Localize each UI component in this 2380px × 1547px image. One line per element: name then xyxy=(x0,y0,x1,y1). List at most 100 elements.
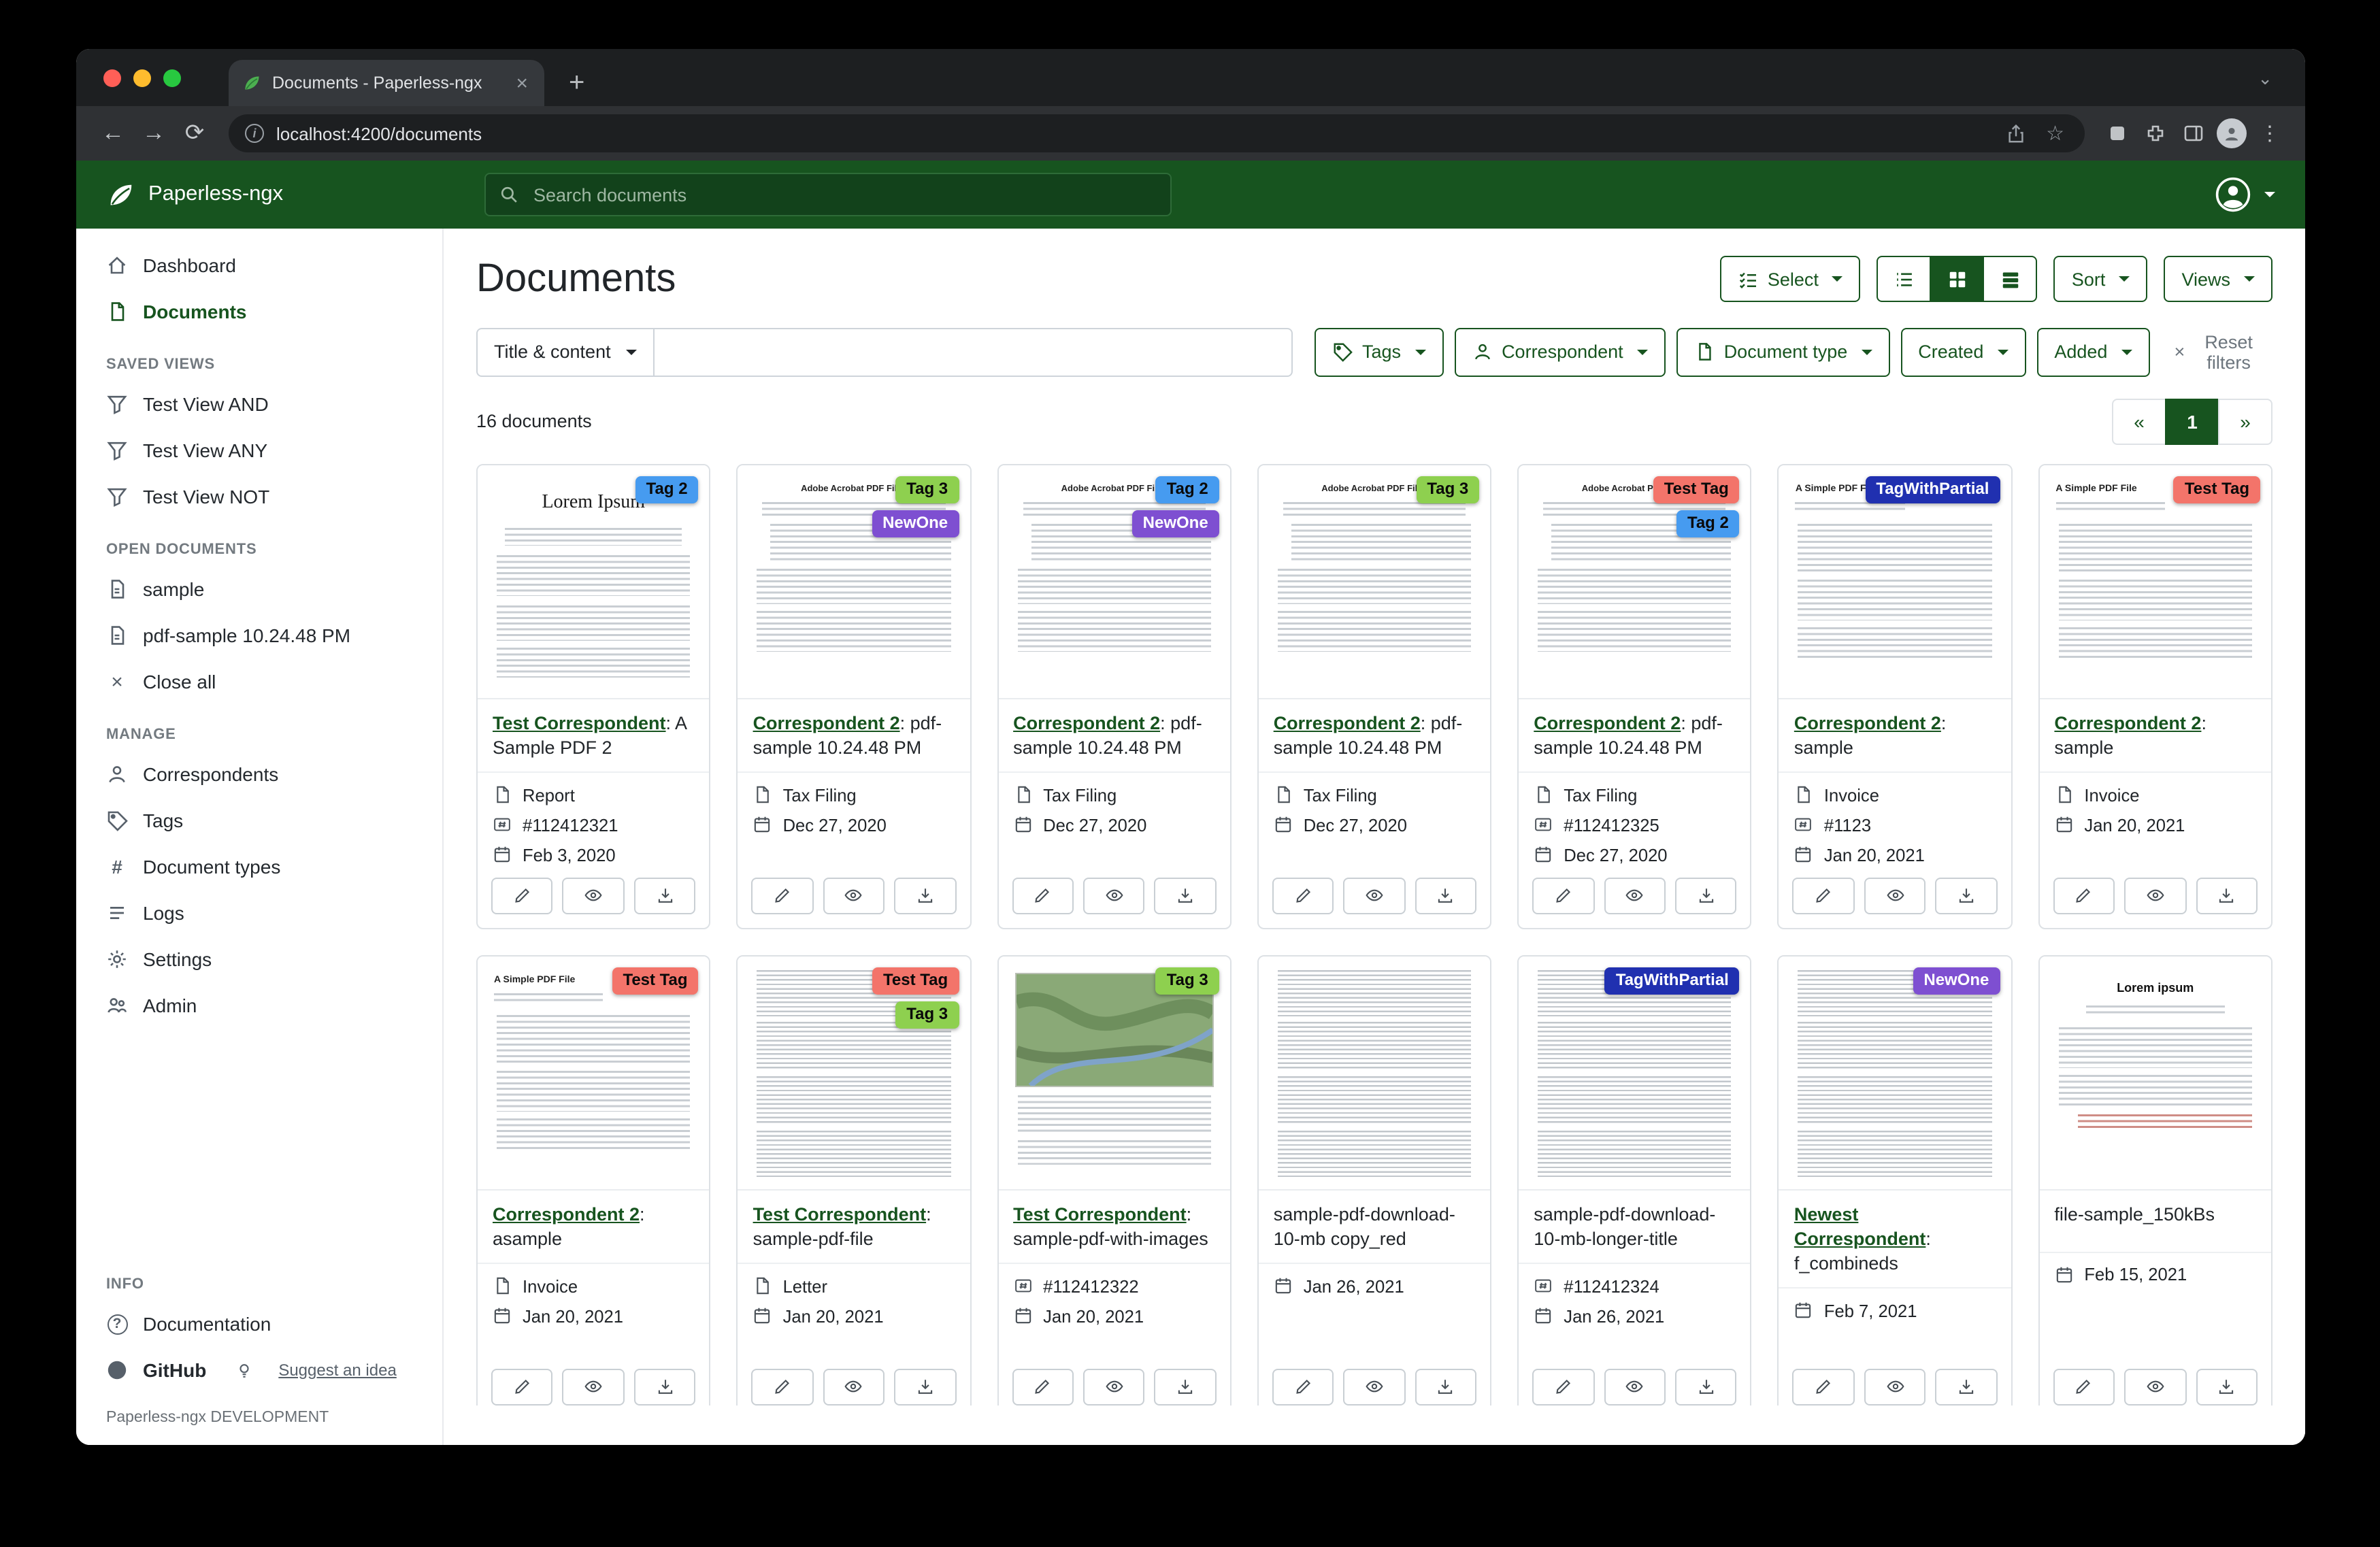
view-button[interactable] xyxy=(1604,1369,1666,1405)
document-thumbnail[interactable]: NewOne xyxy=(1779,957,2011,1191)
share-icon[interactable] xyxy=(2001,123,2030,144)
edit-button[interactable] xyxy=(1532,1369,1594,1405)
correspondent-link[interactable]: Test Correspondent xyxy=(753,1204,927,1225)
site-info-icon[interactable]: i xyxy=(245,124,264,143)
sidebar-item-tags[interactable]: Tags xyxy=(76,797,442,844)
download-button[interactable] xyxy=(1415,878,1476,914)
tag-badge[interactable]: NewOne xyxy=(1913,967,2000,995)
download-button[interactable] xyxy=(1936,1369,1998,1405)
text-filter-input[interactable] xyxy=(655,328,1293,377)
document-thumbnail[interactable]: Test Tag Tag 3 xyxy=(738,957,970,1191)
tag-badge[interactable]: Test Tag xyxy=(872,967,959,995)
tag-badge[interactable]: Tag 3 xyxy=(895,1001,959,1029)
view-button[interactable] xyxy=(563,1369,625,1405)
views-button[interactable]: Views xyxy=(2164,256,2272,303)
title-content-dropdown[interactable]: Title & content xyxy=(476,328,655,377)
view-button[interactable] xyxy=(1083,878,1145,914)
sidebar-close-all[interactable]: × Close all xyxy=(76,659,442,705)
download-button[interactable] xyxy=(1415,1369,1476,1405)
tags-filter-button[interactable]: Tags xyxy=(1315,328,1443,377)
reset-filters-button[interactable]: × Reset filters xyxy=(2166,331,2272,374)
view-button[interactable] xyxy=(1083,1369,1145,1405)
download-button[interactable] xyxy=(894,878,956,914)
view-button[interactable] xyxy=(1344,1369,1406,1405)
sidebar-item-settings[interactable]: Settings xyxy=(76,936,442,982)
edit-button[interactable] xyxy=(1532,878,1594,914)
view-button[interactable] xyxy=(563,878,625,914)
document-card[interactable]: Tag 3 Test Correspondent: sample-pdf-wit… xyxy=(997,955,1232,1405)
document-thumbnail[interactable]: Adobe Acrobat PDF Files Tag 2NewOne xyxy=(998,465,1230,699)
sidebar-item-test-view-any[interactable]: Test View ANY xyxy=(76,427,442,473)
document-thumbnail[interactable] xyxy=(1259,957,1491,1191)
sidebar-item-documents[interactable]: Documents xyxy=(76,288,442,335)
document-thumbnail[interactable]: Tag 3 xyxy=(998,957,1230,1191)
view-button[interactable] xyxy=(1344,878,1406,914)
download-button[interactable] xyxy=(1675,878,1737,914)
created-filter-button[interactable]: Created xyxy=(1900,328,2026,377)
tag-badge[interactable]: Tag 2 xyxy=(1156,476,1219,503)
address-bar[interactable]: i localhost:4200/documents ☆ xyxy=(229,114,2085,152)
tab-search-chevron-icon[interactable]: ⌄ xyxy=(2249,67,2281,91)
document-card[interactable]: Lorem Ipsum Tag 2 Test Correspondent: A … xyxy=(476,464,711,929)
correspondent-link[interactable]: Newest Correspondent xyxy=(1794,1204,1926,1249)
sidebar-item-document-types[interactable]: # Document types xyxy=(76,844,442,890)
zoom-window-button[interactable] xyxy=(163,69,181,86)
edit-button[interactable] xyxy=(1793,1369,1855,1405)
edit-button[interactable] xyxy=(2053,1369,2115,1405)
search-input[interactable] xyxy=(531,183,1157,206)
browser-tab[interactable]: Documents - Paperless-ngx × xyxy=(229,60,544,106)
document-type-filter-button[interactable]: Document type xyxy=(1676,328,1890,377)
document-card[interactable]: Adobe Acrobat PDF Files Tag 3NewOne Corr… xyxy=(737,464,972,929)
correspondent-filter-button[interactable]: Correspondent xyxy=(1454,328,1666,377)
added-filter-button[interactable]: Added xyxy=(2036,328,2149,377)
document-thumbnail[interactable]: A Simple PDF File Test Tag xyxy=(478,957,710,1191)
tag-badge[interactable]: Tag 3 xyxy=(1416,476,1479,503)
tag-badge[interactable]: TagWithPartial xyxy=(1605,967,1740,995)
document-card[interactable]: TagWithPartial sample-pdf-download-10-mb… xyxy=(1517,955,1752,1405)
document-thumbnail[interactable]: Lorem ipsum xyxy=(2039,957,2271,1191)
download-button[interactable] xyxy=(1675,1369,1737,1405)
list-view-button[interactable] xyxy=(1877,256,1932,303)
sidebar-item-documentation[interactable]: ? Documentation xyxy=(76,1301,442,1347)
edit-button[interactable] xyxy=(752,878,814,914)
side-panel-icon[interactable] xyxy=(2175,122,2213,144)
close-window-button[interactable] xyxy=(103,69,121,86)
download-button[interactable] xyxy=(2196,878,2258,914)
correspondent-link[interactable]: Correspondent 2 xyxy=(1534,713,1681,733)
app-brand[interactable]: Paperless-ngx xyxy=(76,180,444,209)
edit-button[interactable] xyxy=(491,1369,553,1405)
detail-view-button[interactable] xyxy=(1983,256,2038,303)
tag-badge[interactable]: Tag 3 xyxy=(1156,967,1219,995)
edit-button[interactable] xyxy=(1012,1369,1074,1405)
sidebar-item-test-view-not[interactable]: Test View NOT xyxy=(76,473,442,520)
sidebar-open-doc-pdf-sample[interactable]: pdf-sample 10.24.48 PM xyxy=(76,612,442,659)
correspondent-link[interactable]: Correspondent 2 xyxy=(1013,713,1160,733)
sort-button[interactable]: Sort xyxy=(2054,256,2148,303)
tag-badge[interactable]: Tag 3 xyxy=(895,476,959,503)
sidebar-item-correspondents[interactable]: Correspondents xyxy=(76,751,442,797)
sidebar-item-dashboard[interactable]: Dashboard xyxy=(76,242,442,288)
download-button[interactable] xyxy=(1155,1369,1217,1405)
sidebar-open-doc-sample[interactable]: sample xyxy=(76,566,442,612)
edit-button[interactable] xyxy=(1272,878,1334,914)
document-card[interactable]: Lorem ipsum file-sample_150kBs xyxy=(2038,955,2272,1405)
view-button[interactable] xyxy=(1864,1369,1926,1405)
download-button[interactable] xyxy=(634,1369,696,1405)
edit-button[interactable] xyxy=(1272,1369,1334,1405)
tag-badge[interactable]: Test Tag xyxy=(1653,476,1740,503)
account-menu[interactable] xyxy=(2215,177,2305,212)
correspondent-link[interactable]: Correspondent 2 xyxy=(493,1204,640,1225)
tag-badge[interactable]: NewOne xyxy=(872,510,959,537)
download-button[interactable] xyxy=(1936,878,1998,914)
page-1-button[interactable]: 1 xyxy=(2165,399,2219,445)
previous-page-button[interactable]: « xyxy=(2112,399,2166,445)
document-card[interactable]: Adobe Acrobat PDF Files Tag 2NewOne Corr… xyxy=(997,464,1232,929)
view-button[interactable] xyxy=(823,878,885,914)
tag-badge[interactable]: NewOne xyxy=(1132,510,1219,537)
view-button[interactable] xyxy=(1864,878,1926,914)
edit-button[interactable] xyxy=(1012,878,1074,914)
document-card[interactable]: A Simple PDF File TagWithPartial Corresp… xyxy=(1778,464,2013,929)
extension-icon[interactable] xyxy=(2098,122,2136,144)
view-button[interactable] xyxy=(1604,878,1666,914)
view-button[interactable] xyxy=(2124,878,2186,914)
